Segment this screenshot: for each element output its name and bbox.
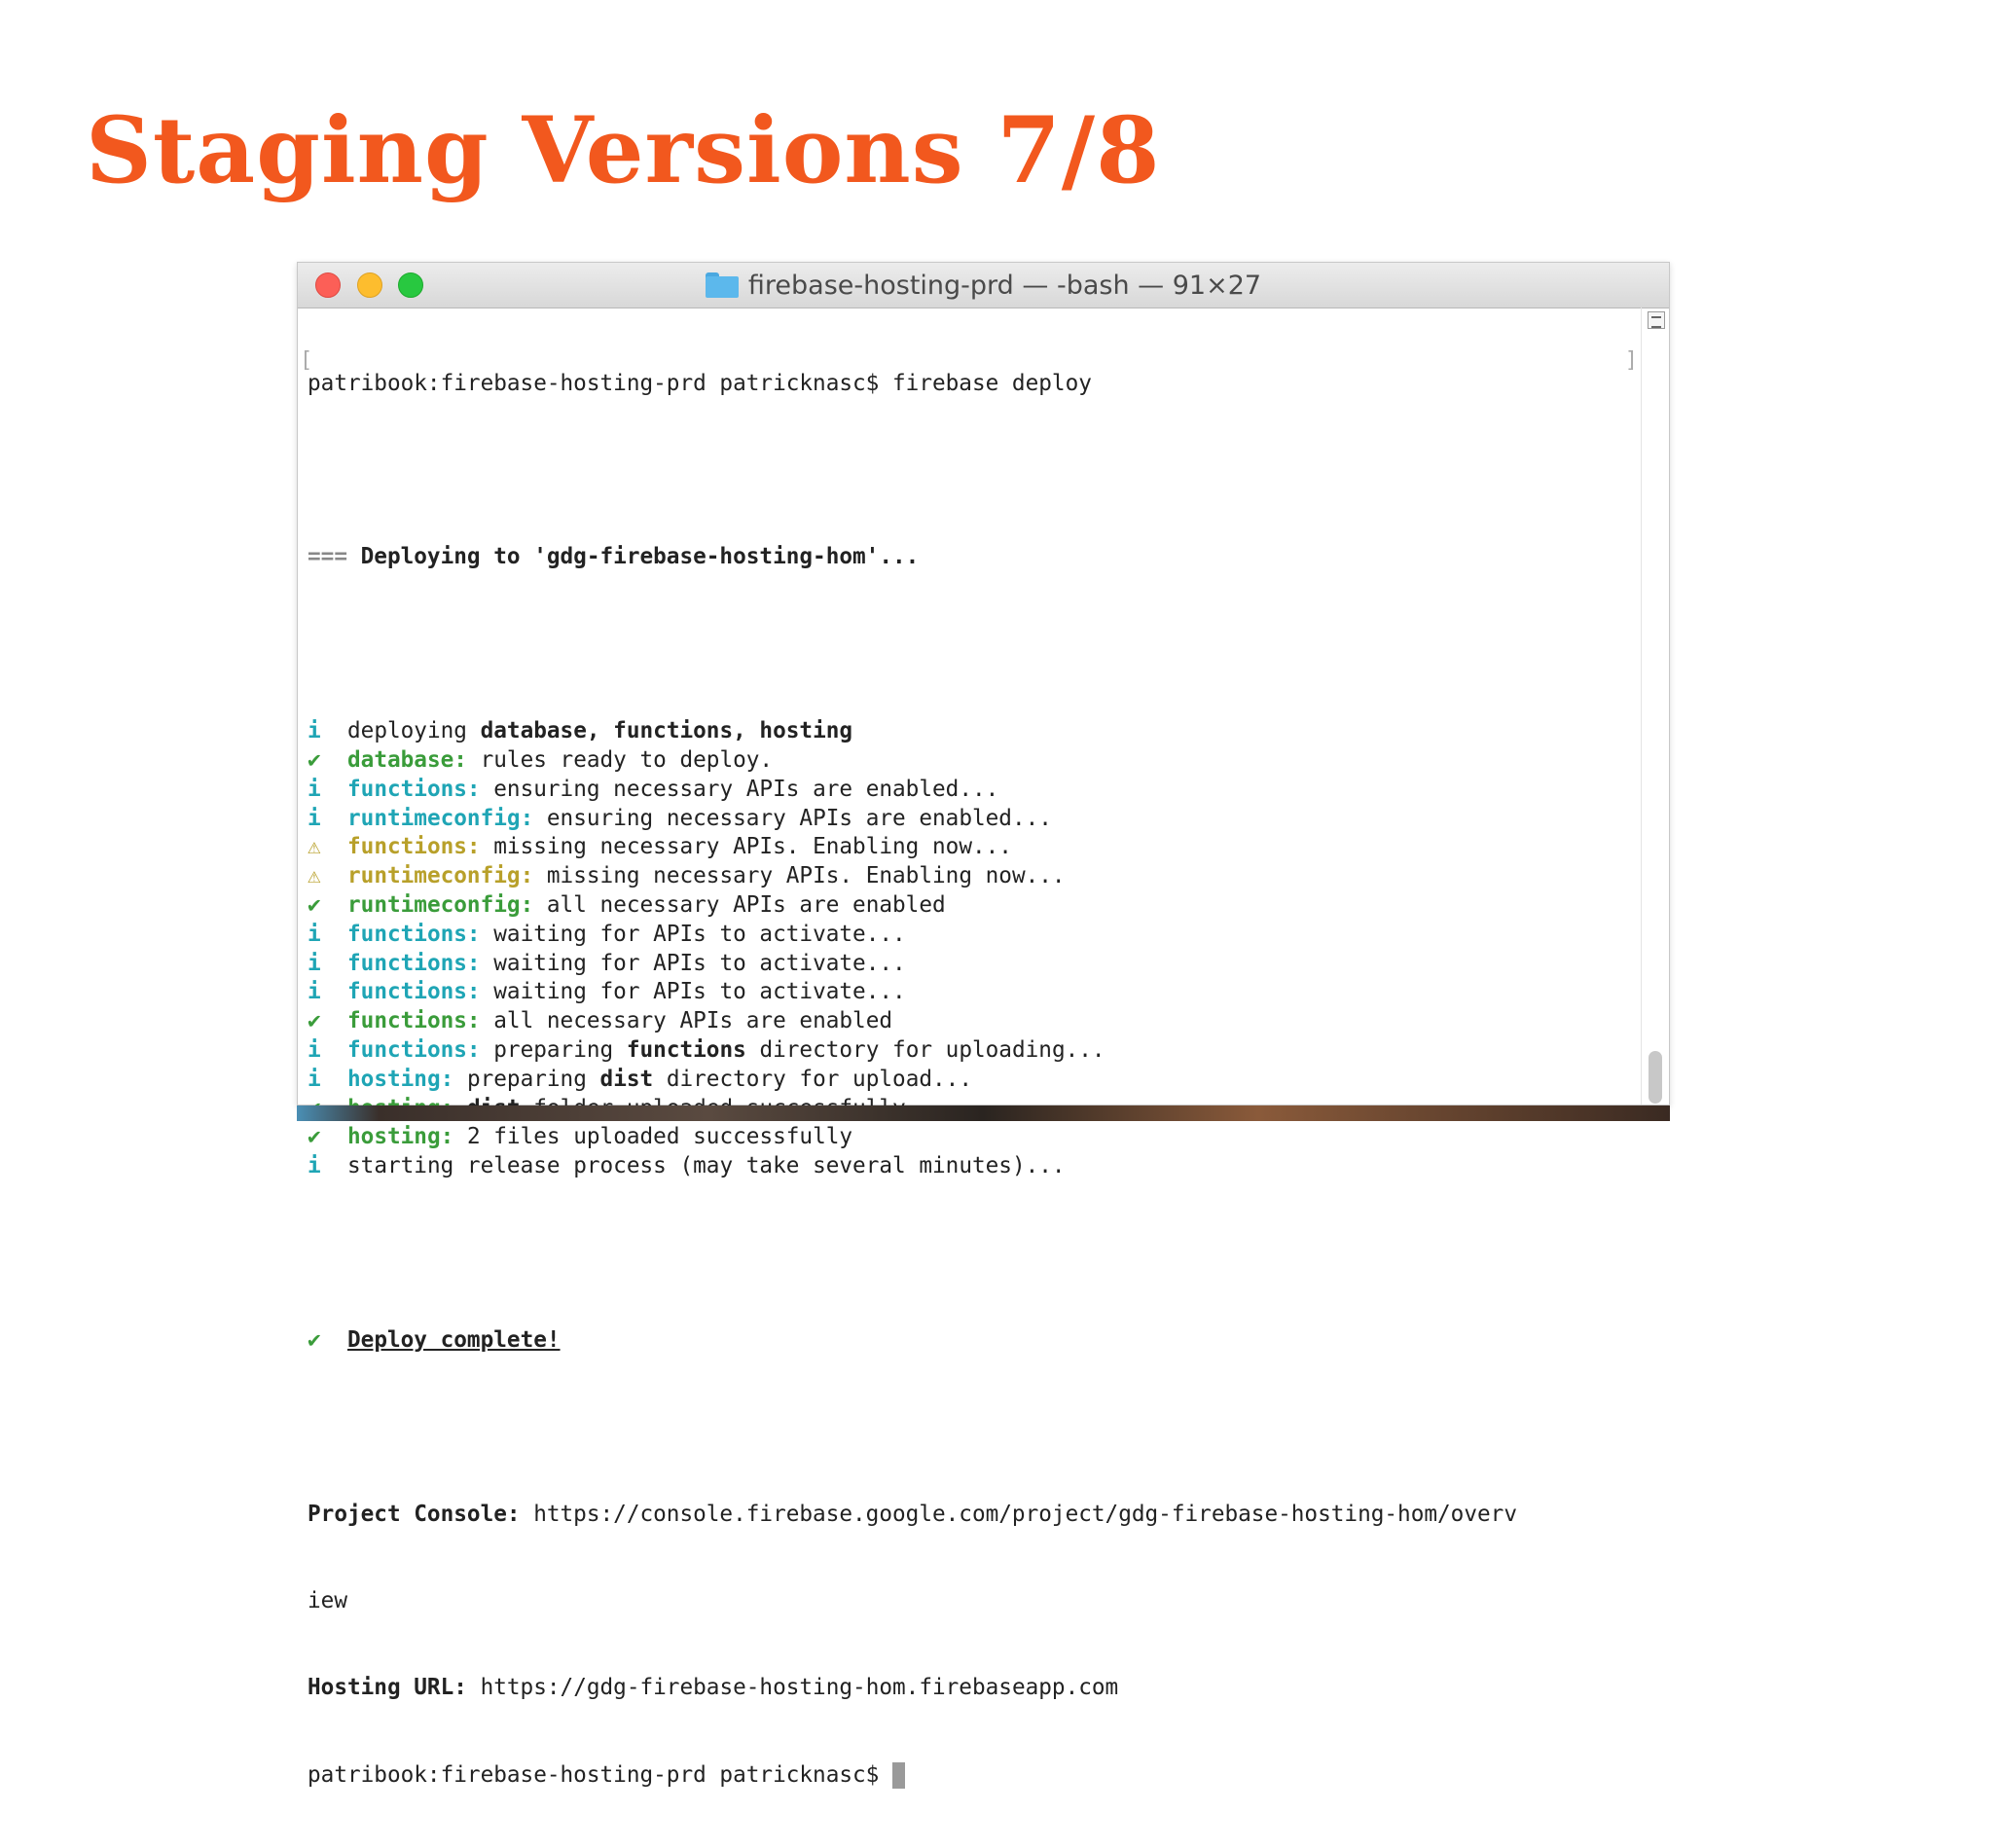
- log-segment: all necessary APIs are enabled: [533, 891, 946, 918]
- log-segment-cyan: functions:: [347, 979, 481, 1005]
- log-line: ✔ database: rules ready to deploy.: [308, 746, 1641, 776]
- log-segment: waiting for APIs to activate...: [480, 950, 906, 976]
- terminal-output[interactable]: patribook:firebase-hosting-prd patrickna…: [308, 311, 1641, 1848]
- project-console-line: Project Console: https://console.firebas…: [308, 1501, 1641, 1530]
- log-segment-green: functions:: [347, 1008, 481, 1034]
- log-line: i deploying database, functions, hosting: [308, 717, 1641, 746]
- deploy-header: === Deploying to 'gdg-firebase-hosting-h…: [308, 544, 920, 570]
- info-icon: i: [308, 979, 321, 1005]
- log-segment: preparing: [453, 1066, 600, 1092]
- log-segment-bold: database, functions, hosting: [480, 718, 853, 744]
- checkmark-icon: ✔: [308, 1124, 321, 1150]
- log-segment-cyan: hosting:: [347, 1066, 454, 1092]
- log-segment: deploying: [347, 718, 481, 744]
- window-title: firebase-hosting-prd — -bash — 91×27: [747, 270, 1262, 301]
- log-segment: starting release process (may take sever…: [347, 1153, 1066, 1179]
- log-segment-green: hosting:: [347, 1124, 454, 1150]
- log-segment: directory for uploading...: [745, 1036, 1105, 1063]
- info-icon: i: [308, 921, 321, 947]
- project-console-url[interactable]: https://console.firebase.google.com/proj…: [521, 1502, 1517, 1527]
- folder-icon: [705, 272, 739, 298]
- log-segment-cyan: functions:: [347, 950, 481, 976]
- background-image-strip: [297, 1105, 1670, 1121]
- log-segment: rules ready to deploy.: [466, 746, 774, 773]
- log-segment-green: database:: [347, 746, 467, 773]
- log-line: ⚠ runtimeconfig: missing necessary APIs.…: [308, 862, 1641, 891]
- log-segment: missing necessary APIs. Enabling now...: [480, 834, 1012, 860]
- log-segment: all necessary APIs are enabled: [480, 1008, 893, 1034]
- checkmark-icon: ✔: [308, 1326, 321, 1353]
- log-segment-cyan: runtimeconfig:: [347, 805, 534, 831]
- text-cursor: [892, 1761, 905, 1789]
- log-line: i functions: waiting for APIs to activat…: [308, 978, 1641, 1007]
- log-segment-bold: dist: [599, 1066, 654, 1092]
- log-line: i functions: preparing functions directo…: [308, 1036, 1641, 1066]
- window-title-group: firebase-hosting-prd — -bash — 91×27: [298, 263, 1669, 308]
- log-line: ⚠ functions: missing necessary APIs. Ena…: [308, 833, 1641, 862]
- log-line: i hosting: preparing dist directory for …: [308, 1066, 1641, 1095]
- project-console-label: Project Console:: [308, 1501, 521, 1527]
- hosting-url-line: Hosting URL: https://gdg-firebase-hostin…: [308, 1674, 1641, 1703]
- info-icon: i: [308, 1036, 321, 1063]
- log-segment: directory for upload...: [653, 1066, 972, 1092]
- window-titlebar[interactable]: firebase-hosting-prd — -bash — 91×27: [298, 263, 1669, 308]
- log-line: i functions: waiting for APIs to activat…: [308, 950, 1641, 979]
- log-segment-cyan: functions:: [347, 1036, 481, 1063]
- info-icon: i: [308, 776, 321, 802]
- log-segment: waiting for APIs to activate...: [480, 979, 906, 1005]
- log-line: ✔ functions: all necessary APIs are enab…: [308, 1007, 1641, 1036]
- log-segment: 2 files uploaded successfully: [453, 1124, 853, 1150]
- log-line: i runtimeconfig: ensuring necessary APIs…: [308, 805, 1641, 834]
- scrollbar-thumb[interactable]: [1649, 1051, 1662, 1104]
- final-prompt: patribook:firebase-hosting-prd patrickna…: [308, 1761, 892, 1788]
- log-segment-bold: functions: [626, 1036, 746, 1063]
- deploy-complete-text: Deploy complete!: [347, 1326, 561, 1353]
- log-line: ✔ hosting: 2 files uploaded successfully: [308, 1123, 1641, 1152]
- log-segment: preparing: [480, 1036, 627, 1063]
- info-icon: i: [308, 1066, 321, 1092]
- log-line: i functions: waiting for APIs to activat…: [308, 921, 1641, 950]
- info-icon: i: [308, 805, 321, 831]
- slide-title: Staging Versions 7/8: [86, 97, 1161, 204]
- log-line: ✔ runtimeconfig: all necessary APIs are …: [308, 891, 1641, 921]
- log-segment-yellow: functions:: [347, 834, 481, 860]
- hosting-url-label: Hosting URL:: [308, 1675, 467, 1701]
- terminal-window[interactable]: firebase-hosting-prd — -bash — 91×27 [ ]…: [297, 262, 1670, 1789]
- info-icon: i: [308, 1153, 321, 1179]
- log-segment: waiting for APIs to activate...: [480, 921, 906, 947]
- log-segment: missing necessary APIs. Enabling now...: [533, 863, 1066, 889]
- info-icon: i: [308, 718, 321, 744]
- log-line: i starting release process (may take sev…: [308, 1152, 1641, 1181]
- checkmark-icon: ✔: [308, 891, 321, 918]
- project-console-url-wrap[interactable]: iew: [308, 1587, 1641, 1616]
- split-view-button[interactable]: [1648, 311, 1665, 329]
- log-segment-green: runtimeconfig:: [347, 891, 534, 918]
- hosting-url[interactable]: https://gdg-firebase-hosting-hom.firebas…: [467, 1675, 1119, 1700]
- log-segment-cyan: functions:: [347, 921, 481, 947]
- info-icon: i: [308, 950, 321, 976]
- log-line: i functions: ensuring necessary APIs are…: [308, 776, 1641, 805]
- log-segment-yellow: runtimeconfig:: [347, 863, 534, 889]
- log-segment-cyan: functions:: [347, 776, 481, 802]
- checkmark-icon: ✔: [308, 746, 321, 773]
- command-line: patribook:firebase-hosting-prd patrickna…: [308, 370, 1092, 396]
- warning-icon: ⚠: [308, 863, 321, 889]
- log-segment: ensuring necessary APIs are enabled...: [533, 805, 1052, 831]
- deploy-complete-line: ✔ Deploy complete!: [308, 1326, 1641, 1356]
- checkmark-icon: ✔: [308, 1008, 321, 1034]
- scrollbar-track[interactable]: [1641, 308, 1669, 1105]
- log-segment: ensuring necessary APIs are enabled...: [480, 776, 999, 802]
- final-prompt-line[interactable]: patribook:firebase-hosting-prd patrickna…: [308, 1761, 1641, 1791]
- deploy-header-text: Deploying to 'gdg-firebase-hosting-hom'.…: [360, 544, 920, 570]
- warning-icon: ⚠: [308, 834, 321, 860]
